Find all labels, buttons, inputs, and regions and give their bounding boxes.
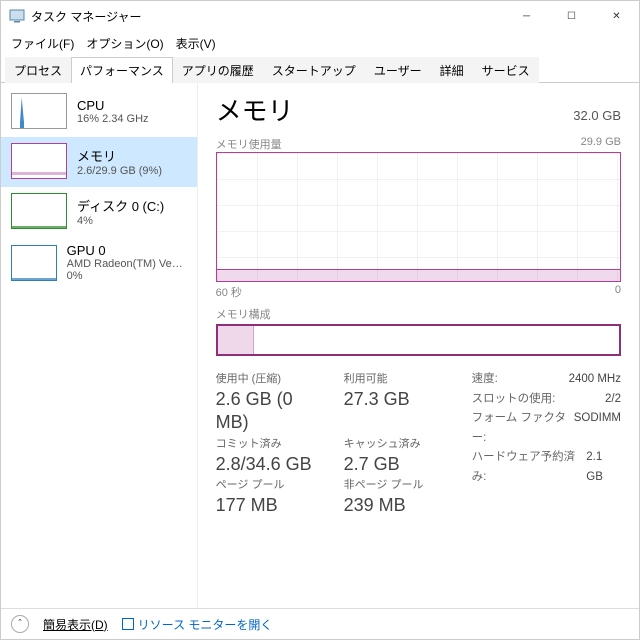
titlebar[interactable]: タスク マネージャー ─ ☐ ✕ <box>1 1 639 31</box>
detail-reserved-v: 2.1 GB <box>586 448 621 487</box>
performance-sidebar: CPU 16% 2.34 GHz メモリ 2.6/29.9 GB (9%) ディ… <box>1 83 198 608</box>
detail-form-k: フォーム ファクター: <box>472 409 574 448</box>
stat-available-value: 27.3 GB <box>344 388 454 411</box>
sidebar-memory-name: メモリ <box>77 146 162 165</box>
app-icon <box>9 8 25 24</box>
stat-paged-label: ページ プール <box>216 476 326 492</box>
stat-cached-value: 2.7 GB <box>344 453 454 476</box>
memory-capacity: 32.0 GB <box>573 108 621 123</box>
fewer-details-link[interactable]: 簡易表示(D) <box>43 616 108 633</box>
monitor-icon <box>122 618 134 630</box>
sidebar-gpu-name: GPU 0 <box>67 243 187 258</box>
detail-form-v: SODIMM <box>574 409 621 448</box>
stat-committed-label: コミット済み <box>216 435 326 451</box>
x-axis-left: 60 秒 <box>216 284 242 300</box>
maximize-button[interactable]: ☐ <box>549 1 594 31</box>
sidebar-memory-sub: 2.6/29.9 GB (9%) <box>77 165 162 177</box>
composition-label: メモリ構成 <box>216 306 621 322</box>
sidebar-cpu-name: CPU <box>77 98 149 113</box>
menu-view[interactable]: 表示(V) <box>172 33 220 54</box>
sidebar-gpu-sub: AMD Radeon(TM) Veg... <box>67 258 187 270</box>
sidebar-item-memory[interactable]: メモリ 2.6/29.9 GB (9%) <box>1 137 197 187</box>
tab-details[interactable]: 詳細 <box>431 57 473 83</box>
usage-graph-label: メモリ使用量 <box>216 136 282 152</box>
bottom-bar: ＾ 簡易表示(D) リソース モニターを開く <box>1 608 639 639</box>
stat-available-label: 利用可能 <box>344 370 454 386</box>
menu-options[interactable]: オプション(O) <box>82 33 167 54</box>
sidebar-disk-name: ディスク 0 (C:) <box>77 196 164 215</box>
x-axis-right: 0 <box>615 284 621 300</box>
composition-used-segment <box>218 326 254 354</box>
detail-speed-k: 速度: <box>472 370 498 390</box>
tab-strip: プロセス パフォーマンス アプリの履歴 スタートアップ ユーザー 詳細 サービス <box>1 56 639 83</box>
tab-performance[interactable]: パフォーマンス <box>71 57 173 83</box>
tab-services[interactable]: サービス <box>473 57 539 83</box>
memory-composition-bar[interactable] <box>216 324 621 356</box>
detail-slots-k: スロットの使用: <box>472 390 556 410</box>
task-manager-window: タスク マネージャー ─ ☐ ✕ ファイル(F) オプション(O) 表示(V) … <box>0 0 640 640</box>
tab-app-history[interactable]: アプリの履歴 <box>173 57 263 83</box>
detail-speed-v: 2400 MHz <box>569 370 621 390</box>
minimize-button[interactable]: ─ <box>504 1 549 31</box>
sidebar-disk-sub: 4% <box>77 215 164 227</box>
sidebar-item-gpu[interactable]: GPU 0 AMD Radeon(TM) Veg... 0% <box>1 237 197 290</box>
stat-cached-label: キャッシュ済み <box>344 435 454 451</box>
usage-graph-max: 29.9 GB <box>581 136 621 152</box>
detail-slots-v: 2/2 <box>605 390 621 410</box>
cpu-thumb-graph <box>11 93 67 129</box>
sidebar-cpu-sub: 16% 2.34 GHz <box>77 113 149 125</box>
menu-file[interactable]: ファイル(F) <box>7 33 78 54</box>
sidebar-item-cpu[interactable]: CPU 16% 2.34 GHz <box>1 87 197 137</box>
tab-startup[interactable]: スタートアップ <box>263 57 365 83</box>
stat-nonpaged-value: 239 MB <box>344 494 454 517</box>
tab-users[interactable]: ユーザー <box>365 57 431 83</box>
stat-nonpaged-label: 非ページ プール <box>344 476 454 492</box>
stat-paged-value: 177 MB <box>216 494 326 517</box>
chevron-up-icon[interactable]: ＾ <box>11 615 29 633</box>
gpu-thumb-graph <box>11 245 57 281</box>
detail-reserved-k: ハードウェア予約済み: <box>472 448 587 487</box>
open-resource-monitor-link[interactable]: リソース モニターを開く <box>122 616 273 633</box>
disk-thumb-graph <box>11 193 67 229</box>
memory-usage-fill <box>217 269 620 281</box>
stat-in-use-value: 2.6 GB (0 MB) <box>216 388 326 435</box>
memory-thumb-graph <box>11 143 67 179</box>
memory-usage-graph[interactable] <box>216 152 621 282</box>
page-title: メモリ <box>216 91 294 128</box>
sidebar-gpu-sub2: 0% <box>67 270 187 282</box>
menu-bar: ファイル(F) オプション(O) 表示(V) <box>1 31 639 56</box>
sidebar-item-disk[interactable]: ディスク 0 (C:) 4% <box>1 187 197 237</box>
stat-committed-value: 2.8/34.6 GB <box>216 453 326 476</box>
window-title: タスク マネージャー <box>31 8 142 25</box>
memory-detail-pane: メモリ 32.0 GB メモリ使用量 29.9 GB 60 秒 0 メモリ構成 … <box>198 83 639 608</box>
content-area: CPU 16% 2.34 GHz メモリ 2.6/29.9 GB (9%) ディ… <box>1 83 639 608</box>
tab-processes[interactable]: プロセス <box>5 57 71 83</box>
close-button[interactable]: ✕ <box>594 1 639 31</box>
stat-in-use-label: 使用中 (圧縮) <box>216 370 326 386</box>
